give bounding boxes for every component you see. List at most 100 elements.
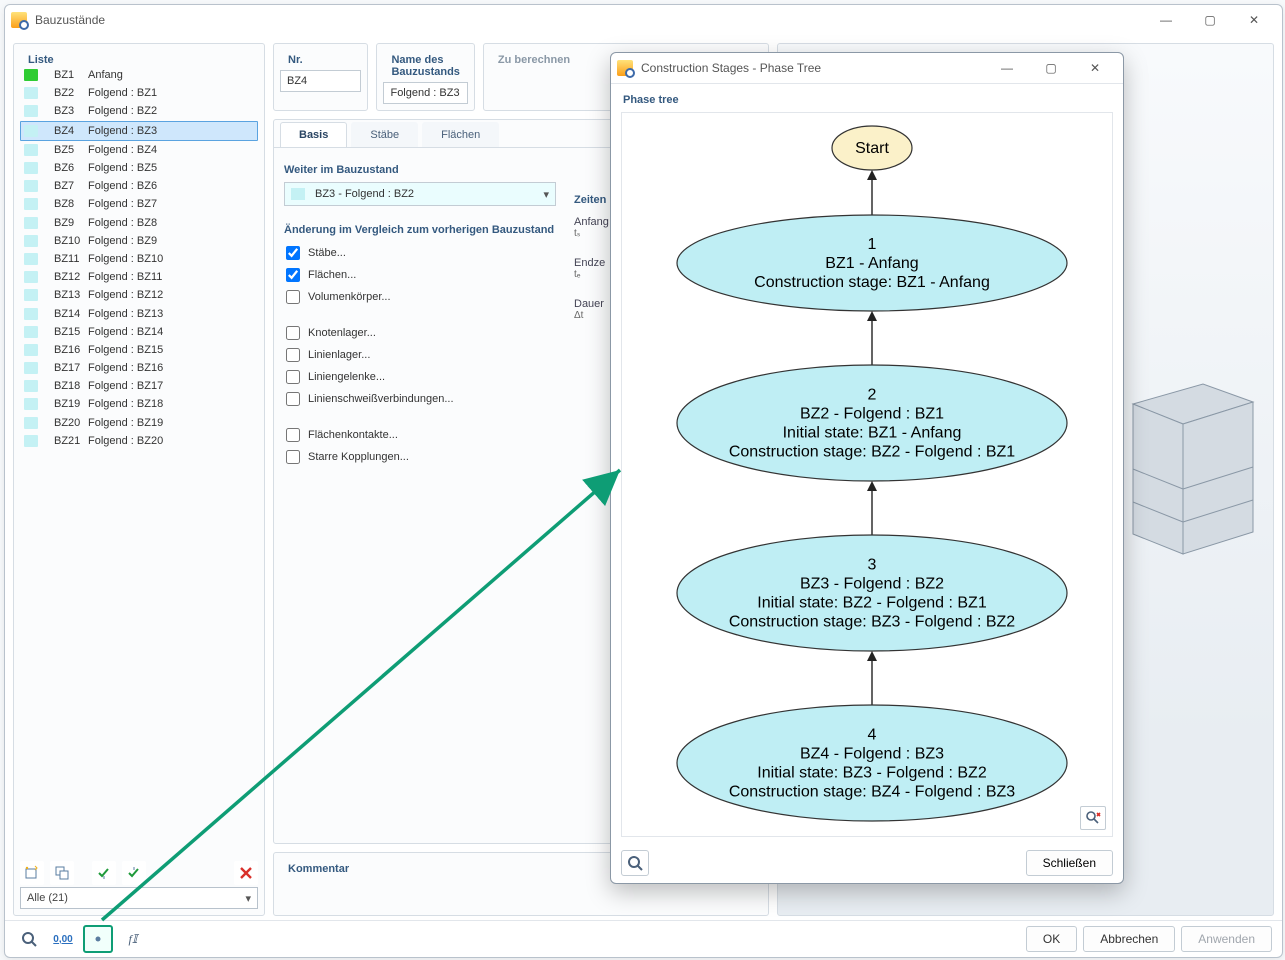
list-item[interactable]: BZ6Folgend : BZ5 (20, 159, 258, 177)
color-swatch-icon (24, 362, 38, 374)
svg-text:BZ1 - Anfang: BZ1 - Anfang (825, 255, 918, 272)
checkbox[interactable] (286, 348, 300, 362)
model-preview-icon (1123, 374, 1263, 564)
close-button[interactable]: ✕ (1232, 6, 1276, 34)
list-item[interactable]: BZ19Folgend : BZ18 (20, 395, 258, 413)
svg-text:Initial state: BZ2 - Folgend :: Initial state: BZ2 - Folgend : BZ1 (757, 595, 987, 612)
list-item-id: BZ14 (54, 308, 88, 320)
phase-minimize-button[interactable]: — (985, 54, 1029, 82)
list-item-id: BZ1 (54, 69, 88, 81)
list-item[interactable]: BZ9Folgend : BZ8 (20, 214, 258, 232)
zoom-reset-button[interactable] (1080, 806, 1106, 830)
phase-tree-button[interactable] (83, 925, 113, 953)
color-swatch-icon (24, 271, 38, 283)
list-item-name: Folgend : BZ14 (88, 326, 163, 338)
list-item[interactable]: BZ4Folgend : BZ3 (20, 121, 258, 141)
color-swatch-icon (24, 87, 38, 99)
svg-text:2: 2 (868, 387, 877, 404)
maximize-button[interactable]: ▢ (1188, 6, 1232, 34)
check-in-button[interactable] (92, 861, 116, 885)
phase-close-button[interactable]: ✕ (1073, 54, 1117, 82)
tab-flaechen[interactable]: Flächen (422, 122, 499, 147)
checkbox[interactable] (286, 392, 300, 406)
cancel-button[interactable]: Abbrechen (1083, 926, 1175, 952)
phase-tree-canvas[interactable]: Start1BZ1 - AnfangConstruction stage: BZ… (621, 112, 1113, 837)
list-item[interactable]: BZ12Folgend : BZ11 (20, 268, 258, 286)
tab-basis[interactable]: Basis (280, 122, 347, 147)
new-item-button[interactable] (20, 861, 44, 885)
list-item-id: BZ17 (54, 362, 88, 374)
list-item-id: BZ7 (54, 180, 88, 192)
color-swatch-icon (24, 253, 38, 265)
list-item[interactable]: BZ7Folgend : BZ6 (20, 177, 258, 195)
checkbox-label: Flächen... (308, 269, 356, 281)
color-swatch-icon (24, 105, 38, 117)
nr-input[interactable]: BZ4 (280, 70, 361, 92)
checkbox[interactable] (286, 268, 300, 282)
name-panel: Name des Bauzustands Folgend : BZ3 (376, 43, 474, 111)
checkbox[interactable] (286, 450, 300, 464)
list-item[interactable]: BZ21Folgend : BZ20 (20, 432, 258, 450)
list-item-name: Folgend : BZ18 (88, 398, 163, 410)
svg-text:Start: Start (855, 140, 889, 157)
list-item-name: Folgend : BZ10 (88, 253, 163, 265)
list-item-name: Folgend : BZ3 (88, 125, 157, 137)
list-item[interactable]: BZ3Folgend : BZ2 (20, 102, 258, 120)
list-item-name: Folgend : BZ8 (88, 217, 157, 229)
checkbox[interactable] (286, 428, 300, 442)
apply-button[interactable]: Anwenden (1181, 926, 1272, 952)
color-swatch-icon (24, 435, 38, 447)
list-item[interactable]: BZ1Anfang (20, 66, 258, 84)
svg-text:3: 3 (868, 557, 877, 574)
list-item[interactable]: BZ11Folgend : BZ10 (20, 250, 258, 268)
checkbox-label: Linienlager... (308, 349, 370, 361)
tab-staebe[interactable]: Stäbe (351, 122, 418, 147)
color-swatch-icon (24, 162, 38, 174)
checkbox[interactable] (286, 246, 300, 260)
filter-value: Alle (21) (27, 892, 68, 904)
nr-label: Nr. (280, 50, 361, 66)
list-item[interactable]: BZ14Folgend : BZ13 (20, 304, 258, 322)
list-body[interactable]: BZ1AnfangBZ2Folgend : BZ1BZ3Folgend : BZ… (20, 66, 258, 857)
phase-maximize-button[interactable]: ▢ (1029, 54, 1073, 82)
checkbox[interactable] (286, 370, 300, 384)
window-title: Bauzustände (35, 13, 105, 27)
app-icon (617, 60, 633, 76)
list-item[interactable]: BZ10Folgend : BZ9 (20, 232, 258, 250)
list-item-id: BZ4 (54, 125, 88, 137)
continue-dropdown[interactable]: BZ3 - Folgend : BZ2 (284, 182, 556, 206)
list-item[interactable]: BZ13Folgend : BZ12 (20, 286, 258, 304)
svg-text:Initial state: BZ3 - Folgend :: Initial state: BZ3 - Folgend : BZ2 (757, 765, 987, 782)
svg-text:Construction stage: BZ3 - Folg: Construction stage: BZ3 - Folgend : BZ2 (729, 614, 1015, 631)
minimize-button[interactable]: — (1144, 6, 1188, 34)
checkbox-label: Stäbe... (308, 247, 346, 259)
list-item[interactable]: BZ17Folgend : BZ16 (20, 359, 258, 377)
check-out-button[interactable] (122, 861, 146, 885)
phase-tree-window: Construction Stages - Phase Tree — ▢ ✕ P… (610, 52, 1124, 884)
units-button[interactable]: 0,00 (49, 926, 77, 952)
list-toolbar (20, 861, 258, 885)
checkbox[interactable] (286, 290, 300, 304)
delete-button[interactable] (234, 861, 258, 885)
checkbox-label: Knotenlager... (308, 327, 376, 339)
list-item-id: BZ19 (54, 398, 88, 410)
list-item-id: BZ18 (54, 380, 88, 392)
checkbox[interactable] (286, 326, 300, 340)
list-item[interactable]: BZ5Folgend : BZ4 (20, 141, 258, 159)
phase-footer: Schließen (611, 843, 1123, 883)
list-item[interactable]: BZ20Folgend : BZ19 (20, 414, 258, 432)
function-button[interactable]: f𝕀 (119, 926, 147, 952)
filter-dropdown[interactable]: Alle (21) (20, 887, 258, 909)
list-item[interactable]: BZ2Folgend : BZ1 (20, 84, 258, 102)
ok-button[interactable]: OK (1026, 926, 1077, 952)
main-titlebar: Bauzustände — ▢ ✕ (5, 5, 1282, 35)
list-item[interactable]: BZ15Folgend : BZ14 (20, 323, 258, 341)
help-button[interactable] (15, 926, 43, 952)
list-item[interactable]: BZ8Folgend : BZ7 (20, 195, 258, 213)
duplicate-button[interactable] (50, 861, 74, 885)
list-item[interactable]: BZ16Folgend : BZ15 (20, 341, 258, 359)
list-item[interactable]: BZ18Folgend : BZ17 (20, 377, 258, 395)
phase-help-button[interactable] (621, 850, 649, 876)
phase-close-dialog-button[interactable]: Schließen (1026, 850, 1113, 876)
name-input[interactable]: Folgend : BZ3 (383, 82, 467, 104)
